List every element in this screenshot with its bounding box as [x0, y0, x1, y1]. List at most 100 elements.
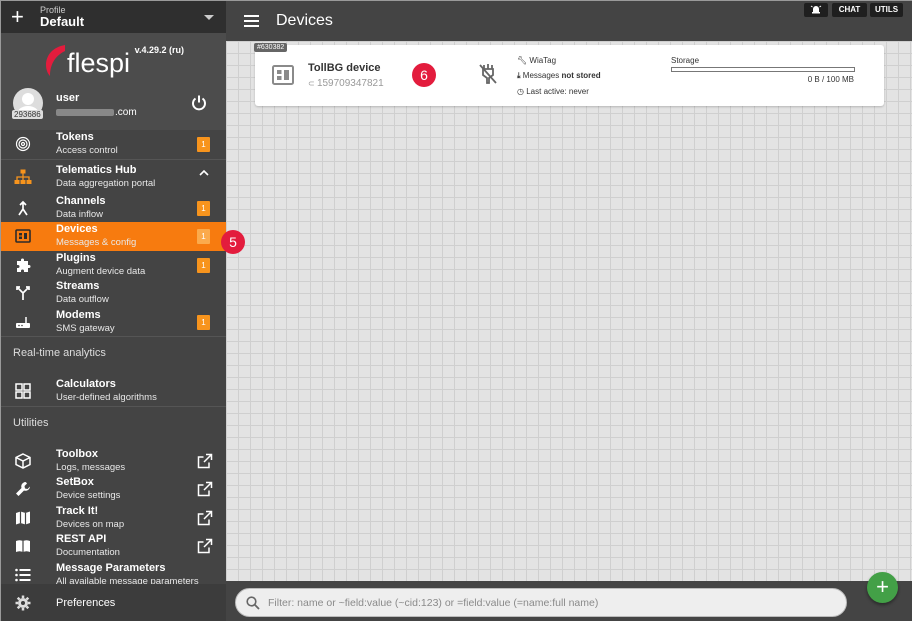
flespi-logo-icon — [46, 45, 65, 76]
clock-icon: ◷ — [517, 87, 524, 96]
hamburger-menu-icon[interactable] — [244, 15, 259, 27]
open-external-icon[interactable] — [197, 453, 213, 469]
sidebar-item-label: Toolbox — [56, 447, 98, 460]
devices-list-area: #630382 TollBG device ⊂ 159709347821 6 🔧… — [226, 41, 912, 581]
sidebar-item-calculators[interactable]: Calculators User-defined algorithms — [1, 377, 226, 406]
puzzle-icon — [16, 258, 30, 272]
sidebar-item-streams[interactable]: Streams Data outflow — [1, 279, 226, 308]
sidebar-item-label: Message Parameters — [56, 561, 166, 574]
sidebar-item-label: Track It! — [56, 504, 99, 517]
list-icon — [14, 568, 30, 582]
preferences-label: Preferences — [56, 597, 116, 609]
sidebar-item-label: Calculators — [56, 378, 116, 391]
open-external-icon[interactable] — [197, 510, 213, 526]
profile-text: Profile Default — [40, 5, 84, 29]
map-icon — [15, 511, 30, 525]
email-suffix: .com — [115, 107, 137, 118]
sidebar-item-sublabel: Logs, messages — [56, 461, 126, 473]
filter-box[interactable] — [235, 588, 847, 617]
device-ident-value: 159709347821 — [316, 78, 384, 89]
utils-button[interactable]: UTILS — [870, 3, 903, 17]
logo-text: flespi — [67, 48, 131, 78]
user-name: user — [56, 92, 80, 104]
wrench-icon: 🔧︎ — [517, 56, 528, 65]
step-marker-6: 6 — [412, 63, 436, 87]
sidebar-item-trackit[interactable]: Track It! Devices on map — [1, 504, 226, 533]
sidebar-item-sublabel: Data outflow — [56, 294, 109, 306]
top-bar: Devices CHAT UTILS — [226, 1, 912, 41]
sidebar-item-rest-api[interactable]: REST API Documentation — [1, 532, 226, 561]
messages-status: ⤓ Messages not stored — [517, 71, 601, 81]
open-external-icon[interactable] — [197, 481, 213, 497]
search-icon — [246, 595, 260, 610]
cube-icon — [14, 452, 31, 469]
connection-off-icon — [479, 64, 497, 84]
sidebar-item-channels[interactable]: Channels Data inflow 1 — [1, 194, 226, 223]
calculator-icon — [14, 383, 31, 399]
sidebar-item-sublabel: Devices on map — [56, 518, 125, 530]
user-email: .com — [56, 107, 137, 118]
section-title-utilities: Utilities — [13, 416, 49, 429]
sidebar-item-label: SetBox — [56, 476, 94, 489]
user-id: 293686 — [12, 110, 43, 119]
fork-icon — [15, 286, 30, 301]
sidebar-item-tokens[interactable]: Tokens Access control 1 — [1, 130, 226, 159]
device-chip-icon — [272, 65, 294, 85]
device-card[interactable]: #630382 TollBG device ⊂ 159709347821 6 🔧… — [254, 43, 884, 106]
notifications-button[interactable] — [804, 3, 828, 17]
bottom-bar — [226, 581, 912, 621]
storage-value: 0 B / 100 MB — [807, 75, 854, 84]
fingerprint-icon — [15, 137, 30, 152]
chat-button[interactable]: CHAT — [832, 3, 867, 17]
count-badge: 1 — [197, 229, 210, 244]
router-icon — [15, 316, 30, 328]
sidebar-item-sublabel: Augment device data — [56, 265, 146, 277]
device-type: 🔧︎ WiaTag — [517, 56, 556, 65]
messages-label: Messages — [522, 71, 560, 80]
messages-state: not stored — [561, 71, 601, 80]
sidebar-item-telematics-hub[interactable]: Telematics Hub Data aggregation portal — [1, 160, 226, 194]
last-active-label: Last active: never — [526, 87, 589, 96]
count-badge: 1 — [197, 257, 210, 273]
open-external-icon[interactable] — [197, 538, 213, 554]
sidebar-item-sublabel: Device settings — [56, 490, 121, 502]
power-icon[interactable] — [190, 94, 208, 112]
sidebar-item-preferences[interactable]: Preferences — [1, 584, 226, 621]
wrench-icon — [15, 482, 30, 497]
email-redacted — [56, 108, 114, 116]
filter-input[interactable] — [268, 596, 828, 609]
sidebar-item-setbox[interactable]: SetBox Device settings — [1, 475, 226, 504]
sidebar-item-modems[interactable]: Modems SMS gateway 1 — [1, 308, 226, 337]
sidebar-item-devices[interactable]: Devices Messages & config 1 — [1, 222, 226, 251]
device-type-label: WiaTag — [529, 56, 557, 65]
device-ident: ⊂ 159709347821 — [308, 78, 384, 89]
chevron-down-icon[interactable] — [204, 14, 214, 20]
sidebar-item-sublabel: User-defined algorithms — [56, 392, 157, 404]
sidebar-item-label: Modems — [56, 308, 101, 321]
app-version: v.4.29.2 (ru) — [134, 45, 184, 55]
add-profile-icon[interactable]: + — [11, 6, 31, 28]
brand: flespi v.4.29.2 (ru) — [1, 33, 226, 88]
step-marker-5: 5 — [221, 230, 245, 254]
count-badge: 1 — [197, 200, 210, 216]
ident-icon: ⊂ — [308, 79, 317, 88]
download-icon: ⤓ — [517, 71, 521, 80]
user-row: 293686 user .com — [1, 88, 226, 130]
sidebar-item-label: Devices — [56, 223, 98, 236]
device-name: TollBG device — [308, 62, 381, 74]
last-active: ◷ Last active: never — [517, 87, 589, 96]
chevron-up-icon[interactable] — [199, 169, 209, 176]
sidebar-item-toolbox[interactable]: Toolbox Logs, messages — [1, 447, 226, 476]
gear-icon — [15, 595, 30, 611]
page-title: Devices — [276, 12, 333, 29]
sidebar-item-sublabel: Data aggregation portal — [56, 177, 156, 189]
count-badge: 1 — [197, 137, 210, 152]
alarm-bell-icon — [810, 5, 822, 14]
add-device-button[interactable]: + — [867, 572, 898, 603]
storage-progress-bar — [671, 67, 855, 72]
sidebar-item-label: REST API — [56, 533, 107, 546]
profile-selector[interactable]: + Profile Default — [1, 1, 226, 33]
sidebar-item-label: Telematics Hub — [56, 163, 137, 176]
section-title-analytics: Real-time analytics — [13, 347, 106, 359]
sidebar-item-plugins[interactable]: Plugins Augment device data 1 — [1, 251, 226, 280]
